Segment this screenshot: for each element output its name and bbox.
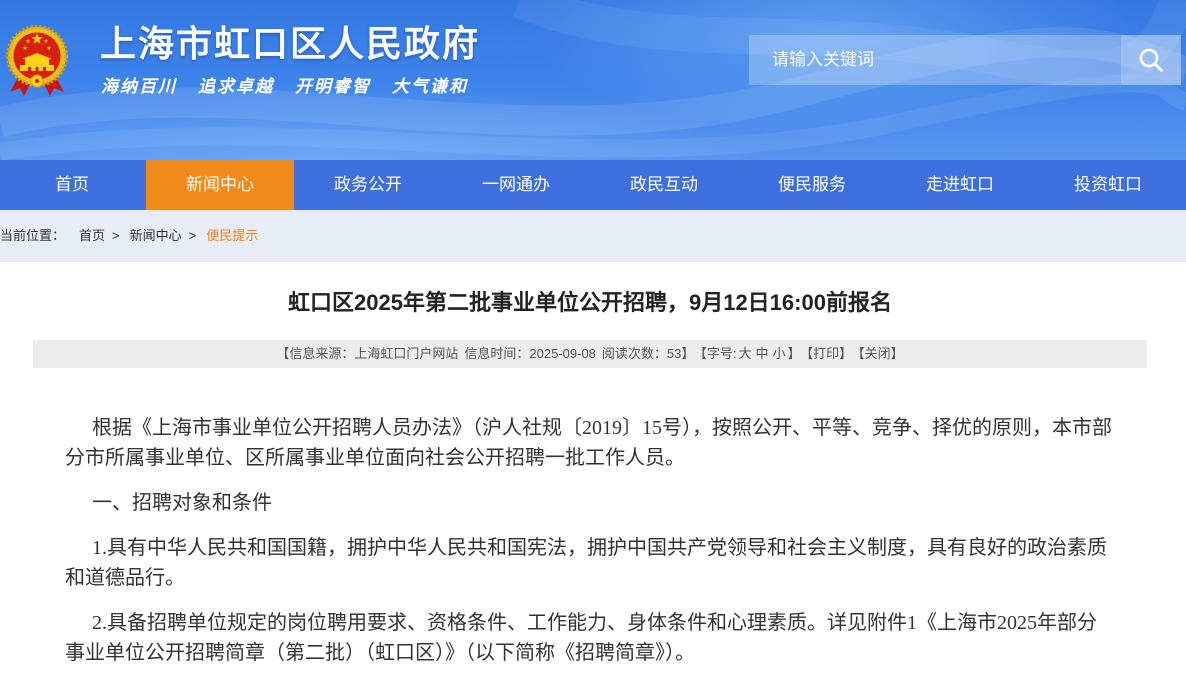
article-body: 根据《上海市事业单位公开招聘人员办法》（沪人社规〔2019〕15号），按照公开、… bbox=[65, 413, 1115, 674]
close-link[interactable]: 【关闭】 bbox=[858, 346, 904, 361]
search-icon bbox=[1139, 48, 1163, 72]
info-views-label: 阅读次数： bbox=[601, 346, 667, 361]
slogan-phrase: 海纳百川 bbox=[101, 77, 177, 96]
nav-item-about-hongkou[interactable]: 走进虹口 bbox=[886, 160, 1034, 210]
info-source-label: 【信息来源： bbox=[276, 346, 355, 361]
nav-item-public-interaction[interactable]: 政民互动 bbox=[590, 160, 738, 210]
font-size-label: 【字号: bbox=[700, 346, 737, 361]
main-nav: 首页 新闻中心 政务公开 一网通办 政民互动 便民服务 走进虹口 投资虹口 bbox=[0, 160, 1186, 210]
breadcrumb: 当前位置： 首页 > 新闻中心 > 便民提示 bbox=[0, 210, 1186, 262]
search-input[interactable] bbox=[749, 35, 1121, 85]
font-size-small-link[interactable]: 小 bbox=[773, 346, 786, 361]
font-size-large-link[interactable]: 大 bbox=[739, 346, 752, 361]
breadcrumb-separator: > bbox=[112, 228, 120, 243]
breadcrumb-link-news-center[interactable]: 新闻中心 bbox=[130, 228, 182, 243]
slogan-phrase: 开明睿智 bbox=[295, 77, 371, 96]
site-title: 上海市虹口区人民政府 bbox=[100, 23, 481, 64]
breadcrumb-label: 当前位置： bbox=[0, 228, 66, 243]
site-slogan: 海纳百川 追求卓越 开明睿智 大气谦和 bbox=[101, 76, 489, 98]
nav-item-home[interactable]: 首页 bbox=[0, 160, 146, 210]
info-time-label: 信息时间： bbox=[464, 346, 530, 361]
site-logo-link[interactable]: 上海市虹口区人民政府 海纳百川 追求卓越 开明睿智 大气谦和 bbox=[0, 0, 500, 110]
article-paragraph: 2.具备招聘单位规定的岗位聘用要求、资格条件、工作能力、身体条件和心理素质。详见… bbox=[65, 612, 1097, 664]
breadcrumb-separator: > bbox=[188, 228, 197, 243]
info-bracket-close: 】 bbox=[787, 346, 801, 361]
font-size-medium-link[interactable]: 中 bbox=[756, 346, 769, 361]
print-link[interactable]: 【打印】 bbox=[807, 346, 853, 361]
national-emblem-icon bbox=[6, 25, 68, 96]
main-nav-list: 首页 新闻中心 政务公开 一网通办 政民互动 便民服务 走进虹口 投资虹口 bbox=[0, 160, 1186, 210]
info-source: 上海虹口门户网站 bbox=[354, 346, 459, 361]
article-title: 虹口区2025年第二批事业单位公开招聘，9月12日16:00前报名 bbox=[288, 290, 892, 315]
nav-item-public-services[interactable]: 便民服务 bbox=[738, 160, 886, 210]
info-bracket-close: 】 bbox=[681, 346, 695, 361]
search-button[interactable] bbox=[1121, 35, 1181, 85]
slogan-phrase: 追求卓越 bbox=[198, 77, 274, 96]
nav-item-invest-hongkou[interactable]: 投资虹口 bbox=[1034, 160, 1182, 210]
article-section-heading: 一、招聘对象和条件 bbox=[92, 492, 272, 514]
article-info-bar: 【信息来源：上海虹口门户网站 信息时间：2025-09-08 阅读次数：53】 【字号… bbox=[33, 340, 1147, 368]
article-paragraph: 1.具有中华人民共和国国籍，拥护中华人民共和国宪法，拥护中国共产党领导和社会主义… bbox=[65, 537, 1107, 589]
site-header: 上海市虹口区人民政府 海纳百川 追求卓越 开明睿智 大气谦和 bbox=[0, 0, 1186, 160]
info-views: 53 bbox=[666, 346, 682, 361]
breadcrumb-current[interactable]: 便民提示 bbox=[206, 228, 258, 243]
nav-item-online-services[interactable]: 一网通办 bbox=[442, 160, 590, 210]
nav-item-government-affairs[interactable]: 政务公开 bbox=[294, 160, 442, 210]
article-paragraph: 根据《上海市事业单位公开招聘人员办法》（沪人社规〔2019〕15号），按照公开、… bbox=[65, 417, 1112, 469]
info-time: 2025-09-08 bbox=[529, 346, 596, 361]
nav-item-news-center[interactable]: 新闻中心 bbox=[146, 160, 294, 210]
breadcrumb-link-home[interactable]: 首页 bbox=[79, 228, 105, 243]
slogan-phrase: 大气谦和 bbox=[392, 77, 468, 96]
